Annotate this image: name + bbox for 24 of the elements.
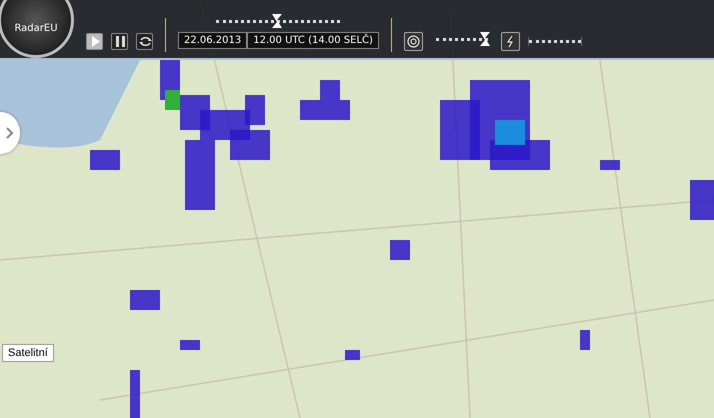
lightning-icon[interactable]: [500, 32, 520, 50]
loop-button[interactable]: [136, 32, 153, 50]
radar-echo: [130, 290, 160, 310]
date-field[interactable]: 22.06.2013: [178, 32, 248, 48]
radar-echo: [690, 180, 714, 220]
target-icon[interactable]: [404, 32, 423, 50]
logo-text: RadarEU: [14, 22, 58, 34]
slider-thumb[interactable]: [272, 14, 282, 28]
map-type-button[interactable]: Satelitní: [2, 344, 54, 362]
pause-button[interactable]: [111, 32, 128, 50]
chevron-icon: [6, 127, 14, 139]
radar-echo: [345, 350, 360, 360]
radar-echo: [600, 160, 620, 170]
radar-echo: [130, 370, 140, 418]
slider-thumb[interactable]: [480, 32, 490, 46]
radar-echo: [180, 340, 200, 350]
radar-echo: [90, 150, 120, 170]
time-field[interactable]: 12.00 UTC (14.00 SELČ): [247, 32, 379, 48]
intensity-slider[interactable]: [528, 36, 582, 46]
radar-echo: [390, 240, 410, 260]
map-area[interactable]: RadarEU 22.06.2013 12.00 UTC (14.00 SELČ) Satelitní: [0, 0, 714, 418]
play-button[interactable]: [86, 32, 103, 50]
radar-echo: [580, 330, 590, 350]
radar-echo: [230, 130, 270, 160]
